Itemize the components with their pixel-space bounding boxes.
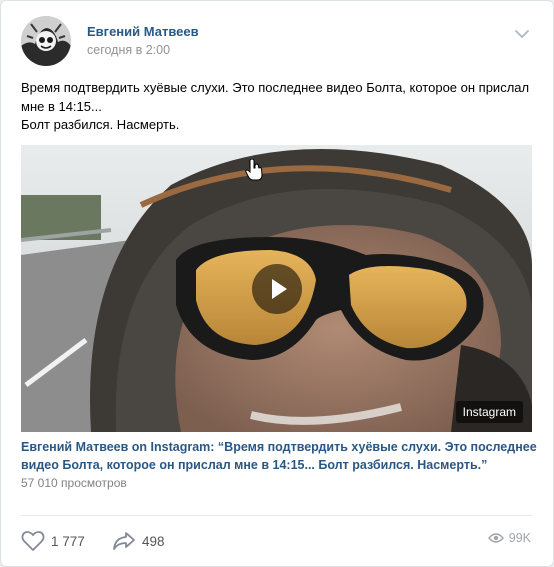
chevron-down-icon[interactable] (513, 27, 531, 41)
share-arrow-icon (113, 532, 135, 550)
play-button[interactable] (252, 264, 302, 314)
post-text: Время подтвердить хуёвые слухи. Это посл… (21, 79, 536, 135)
video-title-line: Евгений Матвеев on Instagram: “Время под… (21, 440, 537, 454)
hand-cursor-icon (245, 158, 263, 186)
like-count: 1 777 (51, 533, 85, 549)
author-name-link[interactable]: Евгений Матвеев (87, 24, 199, 39)
wall-post: Евгений Матвеев сегодня в 2:00 Время под… (0, 0, 554, 567)
heart-icon (21, 531, 45, 551)
video-views: 57 010 просмотров (21, 476, 127, 490)
like-button[interactable]: 1 777 (21, 529, 85, 553)
post-views: 99K (487, 531, 531, 545)
share-count: 498 (142, 533, 165, 549)
post-text-line: Болт разбился. Насмерть. (21, 117, 180, 132)
source-badge: Instagram (455, 401, 523, 423)
video-title-line: видео Болта, которое он прислал мне в 14… (21, 458, 488, 472)
post-views-count: 99K (508, 531, 531, 545)
play-icon (272, 279, 287, 299)
video-player[interactable]: Instagram (21, 145, 532, 432)
video-title-link[interactable]: Евгений Матвеев on Instagram: “Время под… (21, 438, 537, 474)
post-text-line: мне в 14:15... (21, 98, 102, 114)
author-avatar[interactable] (21, 16, 71, 66)
divider (21, 515, 532, 516)
eye-icon (487, 533, 504, 543)
share-button[interactable]: 498 (112, 529, 165, 553)
post-text-line: Время подтвердить хуёвые слухи. Это посл… (21, 80, 530, 95)
post-time-link[interactable]: сегодня в 2:00 (87, 43, 170, 57)
